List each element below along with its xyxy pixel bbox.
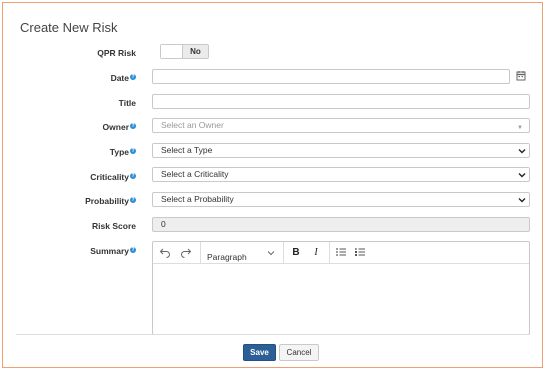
toolbar-divider (283, 242, 284, 264)
owner-placeholder: Select an Owner (161, 120, 224, 130)
calendar-button[interactable] (512, 69, 530, 84)
page-title: Create New Risk (20, 20, 118, 35)
undo-icon (159, 248, 170, 258)
footer-divider (16, 334, 530, 335)
title-input[interactable] (152, 94, 530, 109)
help-icon[interactable]: ? (130, 197, 136, 203)
undo-button[interactable] (158, 246, 172, 260)
date-label: Date? (110, 73, 136, 83)
toggle-value: No (183, 45, 208, 58)
save-button[interactable]: Save (243, 344, 276, 361)
summary-label: Summary? (90, 246, 136, 256)
title-label: Title (118, 98, 136, 108)
owner-select[interactable]: Select an Owner ▼ (152, 118, 530, 133)
type-selected: Select a Type (161, 145, 213, 155)
help-icon[interactable]: ? (130, 74, 136, 80)
calendar-icon (516, 71, 526, 81)
numbered-list-icon (355, 248, 365, 256)
redo-button[interactable] (179, 246, 193, 260)
chevron-down-icon (518, 173, 526, 178)
type-select[interactable]: Select a Type (152, 143, 530, 158)
block-format-select[interactable]: Paragraph (201, 246, 281, 262)
date-input[interactable] (152, 69, 510, 84)
italic-button[interactable]: I (309, 246, 323, 260)
help-icon[interactable]: ? (130, 173, 136, 179)
probability-label: Probability? (85, 196, 136, 206)
probability-selected: Select a Probability (161, 194, 234, 204)
type-label: Type? (109, 147, 136, 157)
risk-score-label: Risk Score (92, 221, 136, 231)
help-icon[interactable]: ? (130, 247, 136, 253)
criticality-label: Criticality? (90, 172, 136, 182)
owner-label: Owner? (102, 122, 136, 132)
editor-toolbar: Paragraph B I (153, 242, 529, 264)
qpr-risk-toggle[interactable]: No (160, 44, 209, 59)
help-icon[interactable]: ? (130, 148, 136, 154)
redo-icon (181, 248, 192, 258)
probability-select[interactable]: Select a Probability (152, 192, 530, 207)
criticality-selected: Select a Criticality (161, 169, 229, 179)
criticality-select[interactable]: Select a Criticality (152, 167, 530, 182)
chevron-down-icon (518, 198, 526, 203)
help-icon[interactable]: ? (130, 123, 136, 129)
risk-score-input: 0 (152, 217, 530, 232)
bullet-list-icon (336, 248, 346, 256)
numbered-list-button[interactable] (353, 246, 367, 260)
toggle-knob (161, 45, 183, 58)
summary-editor[interactable]: Paragraph B I (152, 241, 530, 335)
chevron-down-icon (267, 251, 275, 256)
bold-button[interactable]: B (289, 246, 303, 260)
cancel-button[interactable]: Cancel (279, 344, 319, 361)
qpr-risk-label: QPR Risk (97, 48, 136, 58)
chevron-down-icon (518, 149, 526, 154)
toolbar-divider (329, 242, 330, 264)
caret-down-icon: ▼ (517, 125, 523, 131)
bullet-list-button[interactable] (334, 246, 348, 260)
